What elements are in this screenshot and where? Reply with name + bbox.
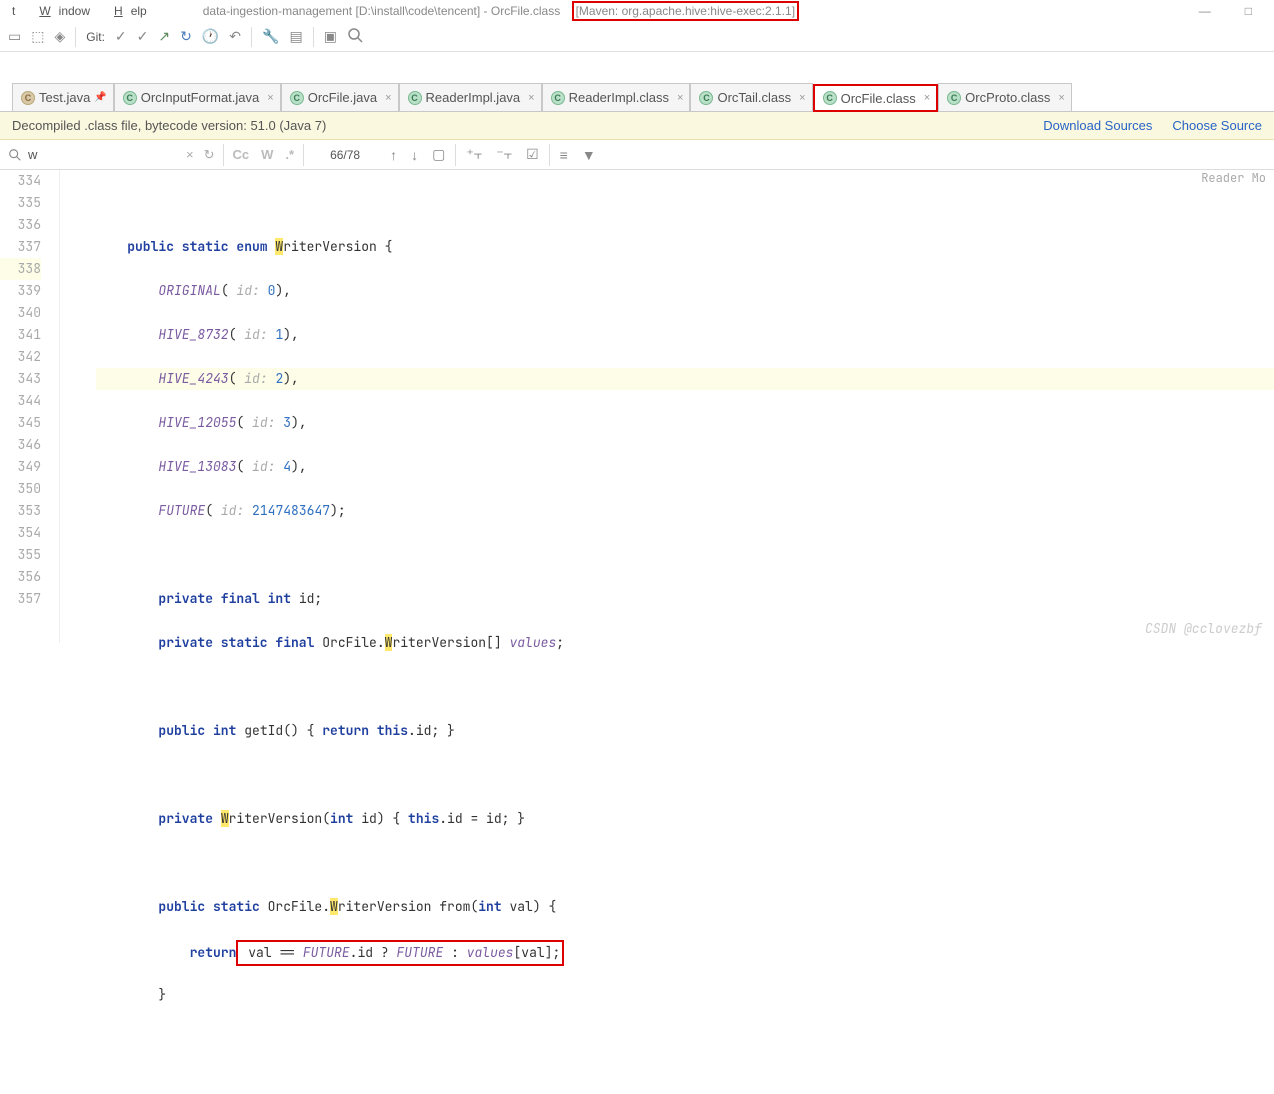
reader-mode-label[interactable]: Reader Mo	[1201, 170, 1266, 186]
menu-item-t[interactable]: t	[4, 4, 23, 18]
choose-source-link[interactable]: Choose Source	[1172, 118, 1262, 133]
remove-selection-icon[interactable]: ⁻⫟	[492, 146, 516, 163]
line-gutter: 334 335 336 337 338 339 340 341 342 343 …	[0, 170, 60, 643]
window-title: data-ingestion-management [D:\install\co…	[155, 4, 1191, 18]
add-selection-icon[interactable]: ⁺⫟	[462, 146, 486, 163]
prev-match-icon[interactable]: ↑	[386, 147, 401, 163]
words-toggle[interactable]: W	[258, 147, 276, 162]
close-icon[interactable]: ×	[524, 92, 534, 104]
select-all-occ-icon[interactable]: ☑	[522, 146, 543, 163]
git-push-icon[interactable]: ↗	[158, 28, 170, 45]
close-icon[interactable]: ×	[263, 92, 273, 104]
menu-item-help[interactable]: Help	[98, 4, 155, 18]
code-editor[interactable]: 334 335 336 337 338 339 340 341 342 343 …	[0, 170, 1274, 643]
git-history-icon[interactable]: 🕐	[202, 28, 219, 45]
tab-test-java[interactable]: CTest.java📌	[12, 83, 114, 111]
editor-tabs: CTest.java📌 COrcInputFormat.java× COrcFi…	[0, 84, 1274, 112]
menu-bar: t Window Help data-ingestion-management …	[0, 0, 1274, 22]
filter-icon[interactable]: ▼	[578, 147, 600, 163]
find-input[interactable]	[28, 147, 178, 162]
search-icon	[8, 148, 22, 162]
wrench-icon[interactable]: 🔧	[262, 28, 279, 45]
banner-message: Decompiled .class file, bytecode version…	[12, 118, 326, 133]
tab-readerimpl-java[interactable]: CReaderImpl.java×	[399, 83, 542, 111]
code-area[interactable]: public static enum WriterVersion { ORIGI…	[76, 170, 1274, 643]
menu-item-window[interactable]: Window	[23, 4, 98, 18]
structure-icon[interactable]: ▤	[289, 28, 302, 45]
decompiled-banner: Decompiled .class file, bytecode version…	[0, 112, 1274, 140]
tab-orcinputformat[interactable]: COrcInputFormat.java×	[114, 83, 281, 111]
main-toolbar: ▭ ⬚ ◈ Git: ✓ ✓ ↗ ↻ 🕐 ↶ 🔧 ▤ ▣	[0, 22, 1274, 52]
git-label: Git:	[86, 30, 105, 44]
git-update-icon[interactable]: ✓	[115, 28, 127, 45]
undo-icon[interactable]: ↶	[229, 28, 241, 45]
clear-search-icon[interactable]: ×	[184, 147, 196, 162]
open-icon[interactable]: ▭	[8, 28, 21, 45]
regex-toggle[interactable]: .*	[282, 147, 297, 162]
git-commit-icon[interactable]: ✓	[137, 28, 149, 45]
tab-orcproto-class[interactable]: COrcProto.class×	[938, 83, 1072, 111]
highlighted-code: val == FUTURE.id ? FUTURE : values[val];	[236, 940, 564, 966]
git-fetch-icon[interactable]: ↻	[180, 28, 192, 45]
minimize-button[interactable]: —	[1191, 4, 1219, 18]
close-icon[interactable]: ×	[795, 92, 805, 104]
select-all-icon[interactable]: ▢	[428, 146, 449, 163]
tab-readerimpl-class[interactable]: CReaderImpl.class×	[542, 83, 691, 111]
find-bar: × ↻ Cc W .* 66/78 ↑ ↓ ▢ ⁺⫟ ⁻⫟ ☑ ≡ ▼	[0, 140, 1274, 170]
save-all-icon[interactable]: ⬚	[31, 28, 44, 45]
tab-orctail-class[interactable]: COrcTail.class×	[690, 83, 812, 111]
settings-icon[interactable]: ≡	[556, 147, 572, 163]
pin-icon: 📌	[94, 92, 106, 103]
watermark: CSDN @cclovezbf	[1145, 620, 1262, 637]
close-icon[interactable]: ×	[1054, 92, 1064, 104]
close-icon[interactable]: ×	[381, 92, 391, 104]
app-icon[interactable]: ▣	[324, 28, 337, 45]
close-icon[interactable]: ×	[920, 92, 930, 104]
tab-orcfile-java[interactable]: COrcFile.java×	[281, 83, 399, 111]
search-everywhere-icon[interactable]	[347, 27, 363, 46]
cube-icon[interactable]: ◈	[54, 28, 65, 45]
title-annotation: [Maven: org.apache.hive:hive-exec:2.1.1]	[572, 1, 799, 21]
download-sources-link[interactable]: Download Sources	[1043, 118, 1152, 133]
close-icon[interactable]: ×	[673, 92, 683, 104]
next-match-icon[interactable]: ↓	[407, 147, 422, 163]
maximize-button[interactable]: □	[1237, 4, 1260, 18]
match-count: 66/78	[310, 148, 380, 162]
match-case-toggle[interactable]: Cc	[230, 147, 253, 162]
history-icon[interactable]: ↻	[202, 147, 217, 163]
tab-orcfile-class[interactable]: COrcFile.class×	[813, 84, 939, 112]
